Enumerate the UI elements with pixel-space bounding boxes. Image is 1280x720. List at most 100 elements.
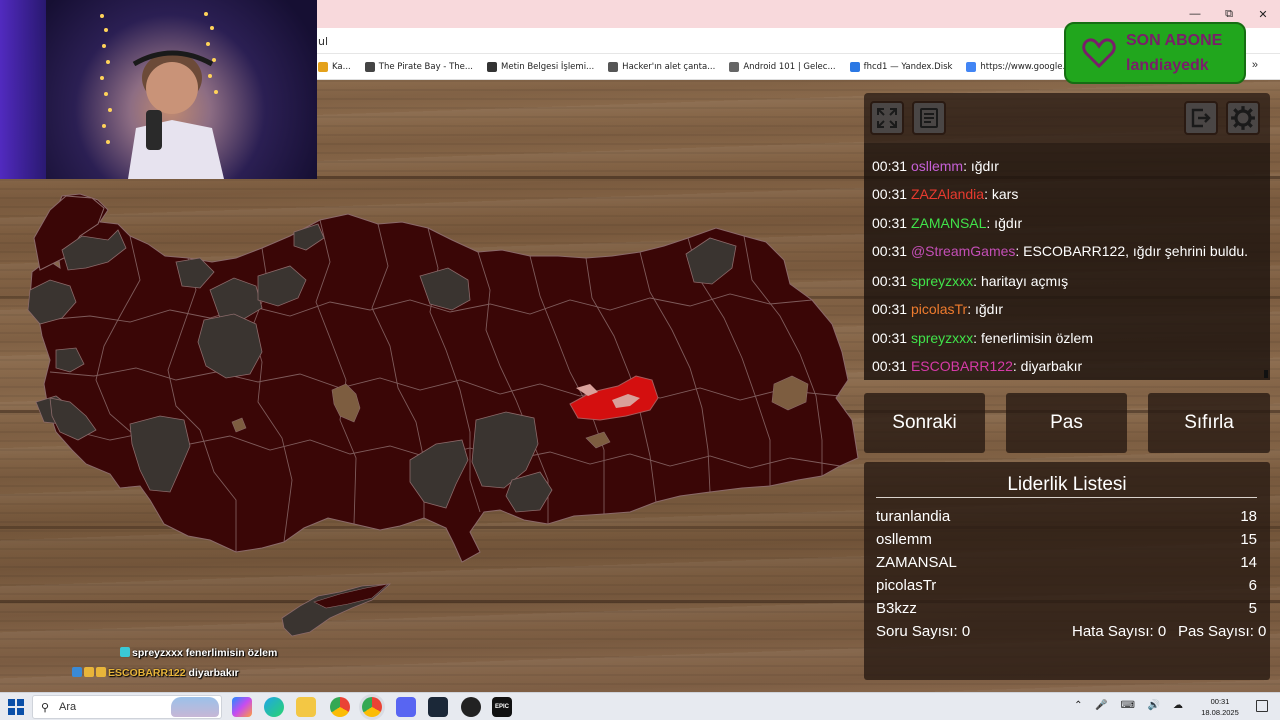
reset-button[interactable]: Sıfırla xyxy=(1148,393,1270,453)
tray-date: 18.08.2025 xyxy=(1201,708,1239,717)
chat-message: 00:31 spreyzxxx: haritayı açmış xyxy=(872,273,1068,289)
tray-clock[interactable]: 00:31 18.08.2025 xyxy=(1198,696,1242,718)
question-count-value: 0 xyxy=(961,623,971,640)
overlay-chat-message: spreyzxxx fenerlimisin özlem xyxy=(120,647,277,659)
bookmark-item[interactable]: fhcd1 — Yandex.Disk xyxy=(849,62,952,72)
last-subscriber-alert: SON ABONE landiayedk xyxy=(1064,22,1246,84)
windows-taskbar: ⚲ Ara EPIC ⌃ 🎤 ⌨ 🔊 ☁ 00:31 18.08.2025 xyxy=(0,692,1280,720)
subscriber-title: SON ABONE xyxy=(1126,32,1223,49)
chat-username[interactable]: osllemm xyxy=(911,158,963,174)
chat-text: : ığdır xyxy=(967,301,1004,317)
leaderboard: Liderlik Listesi turanlandia 18 osllemm 15 Z… xyxy=(864,462,1270,680)
overlay-chat-user: ESCOBARR122 xyxy=(108,667,186,679)
bookmark-item[interactable]: https://www.google... xyxy=(966,62,1071,72)
chat-feed[interactable]: 00:31 osllemm: ığdır 00:31 ZAZAlandia: ka… xyxy=(864,143,1270,380)
bookmark-favicon-icon xyxy=(318,62,328,72)
exit-button[interactable] xyxy=(1184,101,1218,135)
edge-icon[interactable] xyxy=(264,697,284,717)
chat-username[interactable]: spreyzxxx xyxy=(911,330,973,346)
chat-time: 00:31 xyxy=(872,215,908,231)
chat-text: : ığdır xyxy=(963,158,999,174)
taskbar-search[interactable]: ⚲ Ara xyxy=(32,695,222,719)
overlay-chat-text: fenerlimisin özlem xyxy=(185,647,278,659)
bookmark-favicon-icon xyxy=(487,62,497,72)
leaderboard-name: turanlandia xyxy=(876,508,951,525)
chat-username[interactable]: @StreamGames xyxy=(911,243,1015,259)
obs-icon[interactable] xyxy=(461,697,481,717)
leaderboard-row: ZAMANSAL 14 xyxy=(876,554,1257,574)
pass-count-value: 0 xyxy=(1258,623,1267,640)
chat-time: 00:31 xyxy=(872,158,908,174)
exit-icon xyxy=(1191,108,1211,128)
pass-count-label: Pas Sayısı: xyxy=(1178,623,1254,640)
bookmark-item[interactable]: Hacker'ın alet çanta... xyxy=(608,62,715,72)
bookmark-label: Android 101 | Gelec... xyxy=(743,62,836,72)
error-count-label: Hata Sayısı: xyxy=(1072,623,1154,640)
notification-icon[interactable] xyxy=(1256,700,1268,712)
bookmark-item[interactable]: Metin Belgesi İşlemi... xyxy=(487,62,594,72)
discord-icon[interactable] xyxy=(396,697,416,717)
heart-icon xyxy=(1082,38,1116,68)
epic-games-icon[interactable]: EPIC xyxy=(492,697,512,717)
bookmark-favicon-icon xyxy=(608,62,619,72)
chat-time: 00:31 xyxy=(872,186,908,202)
pass-button[interactable]: Pas xyxy=(1006,393,1127,453)
leaderboard-row: B3kzz 5 xyxy=(876,600,1257,620)
bookmarks-more-button[interactable]: » xyxy=(1252,59,1258,71)
chat-text: : diyarbakır xyxy=(1012,358,1083,374)
subscriber-name: landiayedk xyxy=(1126,57,1209,74)
error-count-value: 0 xyxy=(1157,623,1167,640)
leaderboard-title: Liderlik Listesi xyxy=(1007,474,1127,495)
notes-button[interactable] xyxy=(912,101,946,135)
question-count-label: Soru Sayısı: xyxy=(876,623,958,640)
leaderboard-row: turanlandia 18 xyxy=(876,508,1257,528)
tray-time: 00:31 xyxy=(1210,697,1230,706)
fullscreen-button[interactable] xyxy=(870,101,904,135)
badge-icon xyxy=(120,647,130,657)
search-placeholder[interactable]: Ara xyxy=(59,701,76,713)
settings-button[interactable] xyxy=(1226,101,1260,135)
chat-message: 00:31 osllemm: ığdır xyxy=(872,158,999,174)
copilot-icon[interactable] xyxy=(232,697,252,717)
bookmark-favicon-icon xyxy=(966,62,977,72)
chat-text: : kars xyxy=(984,186,1019,202)
chat-text: : haritayı açmış xyxy=(973,273,1069,289)
bookmark-item[interactable]: The Pirate Bay - The... xyxy=(364,62,473,72)
search-icon: ⚲ xyxy=(41,702,50,714)
bookmark-item[interactable]: Ka... xyxy=(318,62,351,72)
leaderboard-score: 18 xyxy=(1240,508,1257,525)
chrome-icon[interactable] xyxy=(330,697,350,717)
chat-username[interactable]: ESCOBARR122 xyxy=(911,358,1013,374)
overlay-chat-text: diyarbakır xyxy=(188,667,239,679)
next-button[interactable]: Sonraki xyxy=(864,393,985,453)
overlay-chat-message: ESCOBARR122 diyarbakır xyxy=(72,667,239,679)
badge-icon xyxy=(72,667,82,677)
chat-message: 00:31 ZAZAlandia: kars xyxy=(872,186,1018,202)
chat-username[interactable]: ZAMANSAL xyxy=(911,215,986,231)
chat-username[interactable]: picolasTr xyxy=(911,301,967,317)
chat-text: : ığdır xyxy=(986,215,1023,231)
error-count: Hata Sayısı: 0 xyxy=(1072,623,1166,640)
close-icon[interactable]: ✕ xyxy=(1246,0,1280,28)
address-text[interactable]: ul xyxy=(318,35,328,48)
chat-message: 00:31 @StreamGames: ESCOBARR122, ığdır ş… xyxy=(872,243,1248,259)
bookmark-item[interactable]: Android 101 | Gelec... xyxy=(729,62,836,72)
question-count: Soru Sayısı: 0 xyxy=(876,623,970,640)
leaderboard-divider xyxy=(876,497,1257,498)
chat-username[interactable]: ZAZAlandia xyxy=(911,186,984,202)
tray-icons[interactable]: ⌃ 🎤 ⌨ 🔊 ☁ xyxy=(1074,700,1188,711)
chat-username[interactable]: spreyzxxx xyxy=(911,273,973,289)
file-explorer-icon[interactable] xyxy=(296,697,316,717)
chat-message: 00:31 ESCOBARR122: diyarbakır xyxy=(872,358,1082,374)
chat-message: 00:31 ZAMANSAL: ığdır xyxy=(872,215,1022,231)
chrome-icon[interactable] xyxy=(362,697,382,717)
steam-icon[interactable] xyxy=(428,697,448,717)
leaderboard-score: 14 xyxy=(1240,554,1257,571)
turkey-map[interactable] xyxy=(0,140,870,660)
chat-scrollbar[interactable] xyxy=(1264,370,1268,378)
bookmark-favicon-icon xyxy=(364,62,375,72)
windows-start-icon[interactable] xyxy=(8,699,24,715)
search-highlight-art xyxy=(171,697,219,717)
chat-text: : fenerlimisin özlem xyxy=(973,330,1093,346)
streamer xyxy=(128,50,224,179)
